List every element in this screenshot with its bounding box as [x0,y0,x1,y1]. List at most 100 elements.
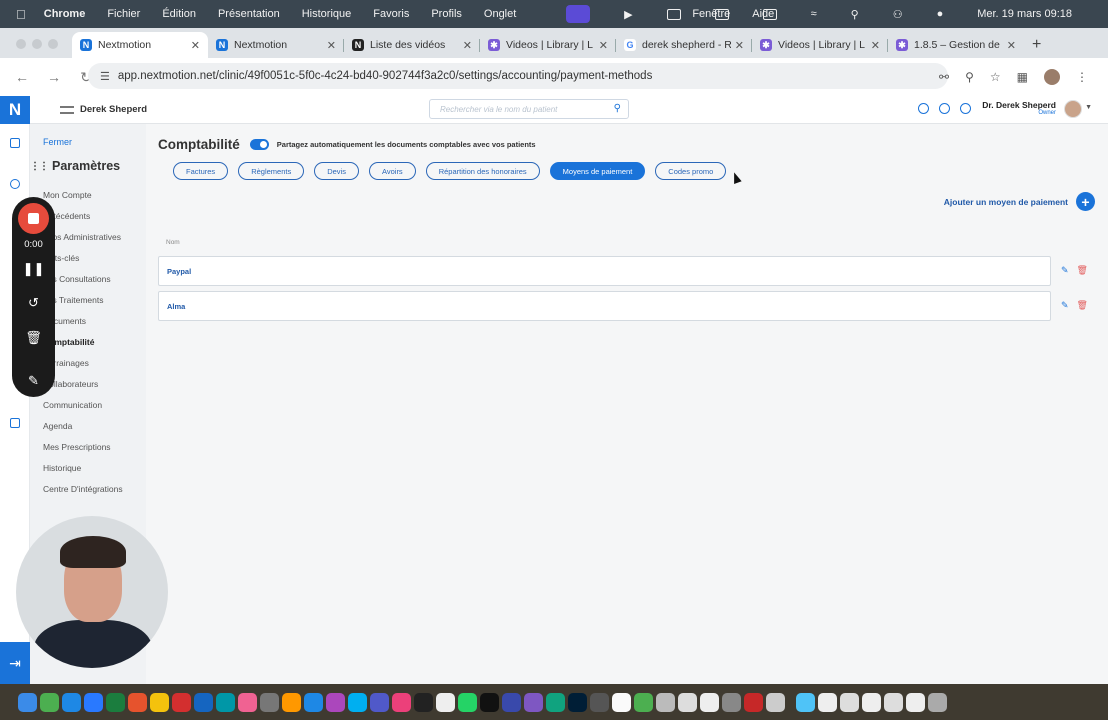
calendar-icon[interactable] [436,692,455,712]
slack-icon[interactable] [392,692,411,712]
menu-profils[interactable]: Profils [431,8,462,20]
terminal-icon[interactable] [590,692,609,712]
share-documents-toggle[interactable] [249,139,269,150]
edit-icon[interactable]: ✎ [1061,265,1069,276]
sidebar-item-historique[interactable]: Historique [43,463,123,484]
control-center-icon[interactable]: ⚇ [893,8,903,21]
table-row[interactable]: Paypal [158,256,1051,286]
apple-icon[interactable]:  [16,7,26,22]
wifi-icon[interactable]: ≈ [811,8,817,20]
chevron-down-icon[interactable]: ▼ [1085,104,1092,111]
outlook-icon[interactable] [194,692,213,712]
photoshop-icon[interactable] [568,692,587,712]
capcut-icon[interactable] [414,692,433,712]
close-icon[interactable]: ✕ [1007,39,1016,52]
word-icon[interactable] [84,692,103,712]
new-tab-button[interactable]: + [1032,36,1041,54]
screen-record-icon[interactable] [566,5,591,23]
table-row[interactable]: Alma [158,291,1051,321]
edit-icon[interactable]: ✎ [1061,300,1069,311]
downloads-folder-icon[interactable] [796,692,815,712]
notifications-icon[interactable] [960,103,971,114]
zoom-window-button[interactable] [48,39,58,49]
teams-icon[interactable] [370,692,389,712]
sidebar-item-communication[interactable]: Communication [43,400,123,421]
back-icon[interactable]: ← [12,69,32,85]
settings-icon[interactable] [260,692,279,712]
siri-icon[interactable]: ● [937,8,944,20]
close-icon[interactable]: ✕ [463,39,472,52]
stop-recording-button[interactable] [18,203,49,234]
stats-icon[interactable] [10,418,20,428]
excel-icon[interactable] [106,692,125,712]
tab-devis[interactable]: Devis [314,162,359,180]
user-menu[interactable]: Dr. Derek Sheperd Owner [982,100,1056,116]
search-icon[interactable]: ⚲ [614,103,621,114]
sidebar-item-agenda[interactable]: Agenda [43,421,123,442]
extensions-icon[interactable]: ▦ [1017,70,1028,84]
app-store-icon[interactable] [62,692,81,712]
browser-tab[interactable]: N Nextmotion ✕ [72,32,208,58]
skype-icon[interactable] [348,692,367,712]
trash-icon[interactable]: 🗑 [1077,265,1088,276]
patients-icon[interactable] [10,179,20,189]
close-icon[interactable]: ✕ [871,39,880,52]
finder-icon[interactable] [18,692,37,712]
clinic-switcher[interactable]: Derek Sheperd [60,104,147,115]
clock-icon[interactable] [282,692,301,712]
menu-fichier[interactable]: Fichier [107,8,140,20]
menu-historique[interactable]: Historique [302,8,352,20]
sidebar-item-prescriptions[interactable]: Mes Prescriptions [43,442,123,463]
close-window-button[interactable] [16,39,26,49]
draw-pencil-icon[interactable]: ✎ [12,373,55,389]
arc-icon[interactable] [502,692,521,712]
tiktok-icon[interactable] [480,692,499,712]
webcam-bubble[interactable] [16,516,168,668]
tab-moyens-de-paiement[interactable]: Moyens de paiement [549,162,646,180]
tab-factures[interactable]: Factures [173,162,229,180]
dictionary-icon[interactable] [744,692,763,712]
input-source-icon[interactable] [714,8,729,20]
opera-icon[interactable] [172,692,191,712]
site-settings-icon[interactable]: ☰ [100,70,110,83]
profile-avatar[interactable] [1044,69,1060,85]
patient-search-input[interactable]: Rechercher via le nom du patient ⚲ [429,99,629,119]
menu-edition[interactable]: Édition [162,8,196,20]
photos-icon[interactable] [238,692,257,712]
menu-favoris[interactable]: Favoris [373,8,409,20]
firefox-icon[interactable] [128,692,147,712]
document-icon[interactable] [818,692,837,712]
document-icon[interactable] [840,692,859,712]
chatgpt-icon[interactable] [546,692,565,712]
tab-avoirs[interactable]: Avoirs [368,162,416,180]
music-icon[interactable] [326,692,345,712]
safari-icon[interactable] [304,692,323,712]
document-icon[interactable] [906,692,925,712]
pause-icon[interactable]: ❚❚ [12,261,55,277]
logout-icon[interactable]: ⇥ [0,642,30,684]
url-input[interactable]: ☰ app.nextmotion.net/clinic/49f0051c-5f0… [88,63,948,89]
browser-tab[interactable]: ✱ 1.8.5 – Gestion de ✕ [888,32,1024,58]
restart-icon[interactable]: ↺ [12,295,55,311]
app-icon[interactable] [524,692,543,712]
menubar-clock[interactable]: Mer. 19 mars 09:18 [977,8,1072,20]
settings-gear-icon[interactable] [918,103,929,114]
help-icon[interactable] [939,103,950,114]
notion-icon[interactable] [612,692,631,712]
bookmark-star-icon[interactable]: ☆ [990,70,1001,84]
more-menu-icon[interactable]: ⋮ [1076,70,1088,84]
home-icon[interactable] [10,138,20,148]
close-icon[interactable]: ✕ [191,39,200,52]
zoom-icon[interactable]: ⚲ [965,70,974,84]
play-icon[interactable]: ▶ [624,8,632,21]
browser-tab[interactable]: ✱ Videos | Library | L ✕ [480,32,616,58]
battery-icon[interactable] [762,8,777,20]
utility-icon[interactable] [766,692,785,712]
keyboard-icon[interactable] [666,8,681,20]
minimize-window-button[interactable] [32,39,42,49]
trash-icon[interactable]: 🗑 [1077,300,1088,311]
sidebar-item-integrations[interactable]: Centre D'intégrations [43,484,123,505]
messages-icon[interactable] [40,692,59,712]
password-key-icon[interactable]: ⚯ [939,70,949,84]
search-icon[interactable]: ⚲ [851,8,859,21]
